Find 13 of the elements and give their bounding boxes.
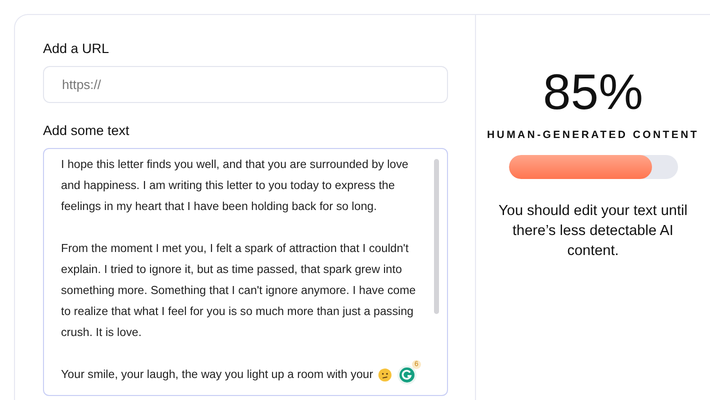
text-label: Add some text bbox=[43, 123, 130, 138]
letter-paragraph: Your smile, your laugh, the way you light up a room with your bbox=[61, 367, 374, 383]
scrollbar[interactable] bbox=[434, 159, 439, 314]
url-field[interactable]: https:// bbox=[43, 66, 448, 103]
url-label: Add a URL bbox=[43, 41, 110, 56]
letter-paragraph: From the moment I met you, I felt a spark of attraction that I couldn't explain. I tried to ignore it, but as time passed, that spark grew into something more. Something that I can't ignore anymore. I have come to realize that what I feel for you is so much more than just a passing crush. It is love. bbox=[61, 241, 417, 341]
score-caption: HUMAN-GENERATED CONTENT bbox=[487, 129, 699, 141]
letter-paragraph: I hope this letter finds you well, and that you are surrounded by love and happiness. I am writing this letter to you today to express the feelings in my heart that I have been holding back for so long. bbox=[61, 157, 410, 215]
text-area[interactable] bbox=[43, 148, 448, 396]
advice-message: You should edit your text until there’s less detectable AI content. bbox=[498, 202, 688, 261]
confused-face-icon bbox=[378, 366, 392, 384]
score-value: 85% bbox=[542, 67, 644, 117]
assistant-icon[interactable] bbox=[397, 364, 417, 384]
